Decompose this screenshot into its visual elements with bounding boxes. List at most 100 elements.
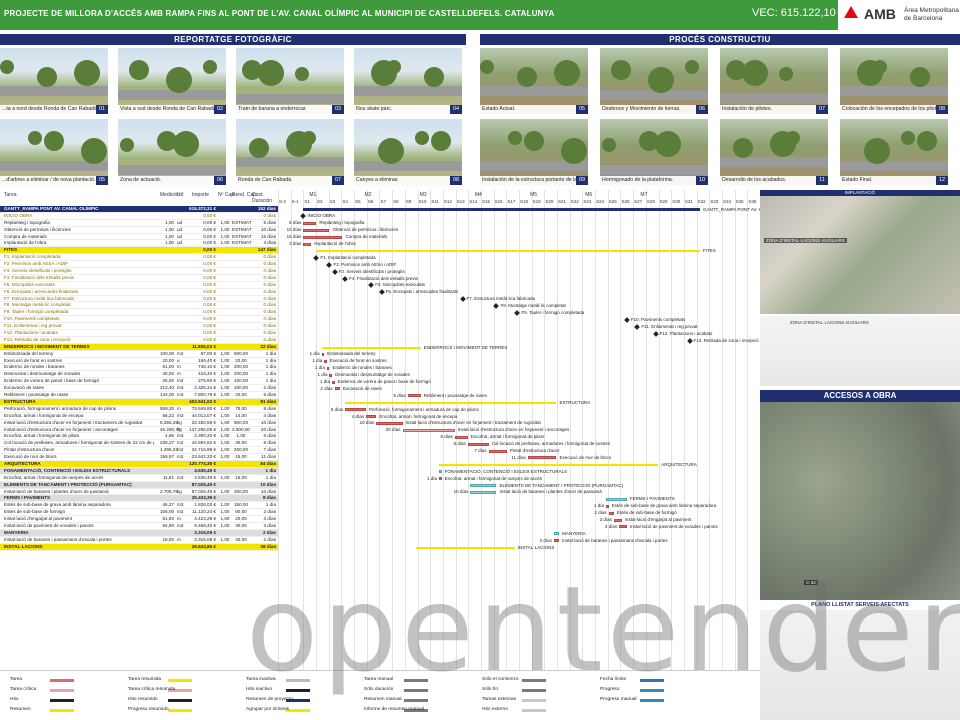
gantt-cell-name: Rebliment i poussatge de rases <box>4 392 69 398</box>
gantt-bar-label: Instal·lació de baranes i passamans d'es… <box>562 537 668 543</box>
col-header-amount: Importe <box>192 192 209 198</box>
gantt-row: F10. Paviments completats 0,00 € 0 días <box>0 316 278 324</box>
gantt-cell-med: 51,60 <box>162 516 175 522</box>
reportatge-photo-caption: Tram de barana a enderrocar. <box>236 105 344 114</box>
legend-swatch <box>50 679 74 682</box>
gantt-milestone-label: F7. Estructura metàl·lica fabricada <box>466 296 536 302</box>
proces-photo: Desbroce y Movimiento de tierras. 06 <box>600 48 708 114</box>
photo-tree <box>74 60 100 86</box>
gantt-row: ELEMENTS DE TANCAMENT I PROTECCIÓ (PURGA… <box>0 481 278 489</box>
gantt-cell-cod: 1,00 <box>220 385 230 391</box>
gantt-cell-imp: 7.800,79 € <box>194 392 216 398</box>
reportatge-photo: Canyes a eliminar. 08 <box>354 119 462 185</box>
proces-photo-number: 12 <box>936 176 948 185</box>
gantt-cell-dur: 8 días <box>262 495 276 501</box>
timescale-week: S18 <box>520 199 529 204</box>
gantt-bar <box>553 539 560 543</box>
gantt-row: Pintat d'estructura d'acer 1.295,22 m2 34.7… <box>0 447 278 455</box>
gantt-row: F4. Finalització dels treballs previs 0,0… <box>0 275 278 282</box>
gantt-row: Encofrat, armat i formigonat de rampes d… <box>0 475 278 482</box>
photo-tree <box>286 131 312 157</box>
gantt-milestone <box>368 282 375 289</box>
reportatge-photo-number: 07 <box>332 176 344 185</box>
page: PROJECTE DE MILLORA D'ACCÉS AMB RAMPA FI… <box>0 0 960 720</box>
timescale-week: S19 <box>532 199 541 204</box>
timescale-week: S12 <box>443 199 452 204</box>
gantt-cell-imp: 120.774,35 € <box>189 460 216 466</box>
photo-road <box>0 86 108 96</box>
gantt-row: Perforació, formigonament i armadura de … <box>0 406 278 413</box>
gantt-milestone <box>342 275 348 282</box>
gantt-cell-name: F6. Encepats i arrencades finalitzats <box>4 288 79 294</box>
gantt-cell-dur: 0 días <box>263 309 276 315</box>
gantt-cell-med: 61,00 <box>162 364 175 370</box>
gantt-cell-med: 18,00 <box>162 536 175 542</box>
gantt-cell-cod: 1,00 <box>220 509 230 515</box>
gantt-cell-dur: 11 días <box>261 454 276 460</box>
legend-swatch <box>640 699 664 702</box>
gantt-cell-rend: 20,00 <box>235 392 247 398</box>
gantt-milestone-label: F10. Paviments completats <box>630 316 686 322</box>
gantt-cell-unit: m3 <box>177 433 184 439</box>
gantt-cell-unit: m <box>177 364 181 370</box>
timescale-week: S-2 <box>279 199 287 204</box>
gantt-cell-dur: 1 día <box>265 467 276 473</box>
gantt-cell-unit: m3 <box>177 385 184 391</box>
gantt-bar <box>402 428 455 432</box>
gantt-cell-dur: 10 días <box>260 226 276 232</box>
gantt-row: F11. Enllumenat i reg provat 0,00 € 0 días <box>0 323 278 331</box>
timescale-week: S17 <box>507 199 516 204</box>
gantt-cell-med: 100,00 <box>160 350 175 356</box>
gantt-cell-cod: 1,00 <box>220 488 230 494</box>
gantt-cell-dur: 5 días <box>263 433 276 439</box>
gantt-cell-rend: ESTIMAT <box>232 233 252 239</box>
gantt-row: Rebliment i poussatge de rases 144,00 m3 7.… <box>0 392 278 399</box>
legend-swatch <box>522 709 546 712</box>
gantt-cell-name: Pintat d'estructura d'acer <box>4 447 55 453</box>
timescale-week: S21 <box>558 199 567 204</box>
gantt-cell-dur: 7 días <box>263 447 276 453</box>
gantt-cell-imp: 4.423,29 € <box>194 516 216 522</box>
gantt-cell-dur: 152 días <box>257 206 276 211</box>
header-bar: PROJECTE DE MILLORA D'ACCÉS AMB RAMPA FI… <box>0 0 960 30</box>
gantt-row: Instal·lació de baranes i passamans d'es… <box>0 537 278 544</box>
gantt-cell-imp: 0,00 € <box>203 323 216 329</box>
gantt-cell-imp: 403.941,02 € <box>189 398 216 404</box>
gantt-bar-label: Encofrat, armat i formigonat de encepa <box>379 413 458 419</box>
gantt-bar <box>376 421 403 425</box>
gantt-cell-rend: 20,00 <box>235 516 247 522</box>
gantt-cell-imp: 0,00 € <box>203 274 216 280</box>
timescale-week: S1 <box>304 199 310 204</box>
gantt-cell-cod: 1,00 <box>220 516 230 522</box>
gantt-bar <box>303 235 343 239</box>
gantt-cell-unit: m3 <box>177 502 184 508</box>
photo-tree <box>726 60 746 80</box>
gantt-bar <box>324 359 327 363</box>
timescale-week: S29 <box>659 199 668 204</box>
legend-label: Tarea resumida <box>128 677 162 682</box>
gantt-cell-dur: 5 días <box>263 219 276 225</box>
gantt-bar <box>470 490 497 494</box>
photo-tree <box>120 138 134 152</box>
gantt-timescale: S-2 S-1 S1 S2 S3 S4 S5 S6 S7 S8 S9 S10 S11 S12 S13 S14 S… <box>278 190 760 670</box>
gantt-cell-cod: 1,00 <box>220 392 230 398</box>
gantt-cell-imp: 0,00 € <box>203 247 216 253</box>
legend-swatch <box>404 699 428 702</box>
gantt-bar-label: FERMS I PAVIMENTS <box>629 496 675 502</box>
gantt-milestone <box>313 254 320 261</box>
photo-tree <box>770 131 796 157</box>
gantt-cell-cod: 1,00 <box>220 447 230 453</box>
reportatge-photo-caption: ...d'arbres a eliminar / de nova plantac… <box>0 176 108 185</box>
gantt-milestone-label: F4. Finalització dels treballs previs <box>349 275 418 281</box>
legend-swatch <box>50 689 74 692</box>
gantt-bar-label: Implantació de l'obra <box>314 241 356 246</box>
gantt-duration-label: 7 días <box>474 448 487 453</box>
gantt-cell-med: 1,00 <box>165 226 174 232</box>
legend-swatch <box>286 709 310 712</box>
gantt-row: FONAMENTACIÓ, CONTENCIÓ I ESLEIX ESTRUCT… <box>0 467 278 475</box>
gantt-cell-dur: 15 días <box>260 233 276 239</box>
amb-logo: AMB Àrea Metropolitana de Barcelona <box>838 0 960 30</box>
gantt-cell-imp: 11.835,03 € <box>191 343 216 349</box>
gantt-cell-unit: m2 <box>177 378 184 384</box>
gantt-duration-label: 5 días <box>393 392 406 398</box>
